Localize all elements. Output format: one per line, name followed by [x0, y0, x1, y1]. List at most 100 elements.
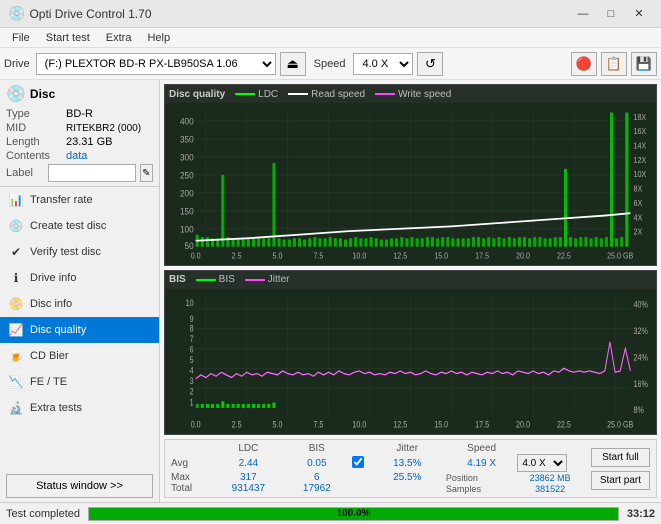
verify-test-disc-icon: ✔ — [8, 244, 24, 260]
sidebar-item-label: Disc quality — [30, 324, 86, 336]
eject-button[interactable]: ⏏ — [280, 52, 306, 76]
drive-dropdown[interactable]: (F:) PLEXTOR BD-R PX-LB950SA 1.06 — [36, 53, 276, 75]
svg-text:22.5: 22.5 — [557, 420, 571, 430]
speed-label: Speed — [314, 58, 346, 70]
disc-mid-row: MID RITEKBR2 (000) — [6, 122, 153, 134]
bis-header: BIS — [284, 443, 349, 454]
total-label: Total — [171, 483, 213, 494]
sidebar-item-transfer-rate[interactable]: 📊 Transfer rate — [0, 187, 159, 213]
menu-start-test[interactable]: Start test — [38, 28, 98, 48]
titlebar: 💿 Opti Drive Control 1.70 — □ ✕ — [0, 0, 661, 28]
svg-text:24%: 24% — [633, 352, 648, 362]
sidebar-item-create-test-disc[interactable]: 💿 Create test disc — [0, 213, 159, 239]
sidebar-item-label: Transfer rate — [30, 194, 93, 206]
maximize-button[interactable]: □ — [597, 3, 625, 25]
chart2-title: BIS — [169, 274, 186, 285]
jitter-legend-text: Jitter — [268, 274, 290, 285]
start-part-button[interactable]: Start part — [591, 471, 650, 490]
cd-bier-icon: 🍺 — [8, 348, 24, 364]
svg-text:10: 10 — [186, 298, 194, 308]
menu-file[interactable]: File — [4, 28, 38, 48]
disc-info-icon: 📀 — [8, 296, 24, 312]
sidebar-item-disc-info[interactable]: 📀 Disc info — [0, 291, 159, 317]
disc-header-label: Disc — [30, 87, 55, 101]
svg-text:12X: 12X — [633, 155, 646, 165]
nav-items: 📊 Transfer rate 💿 Create test disc ✔ Ver… — [0, 187, 159, 470]
svg-text:17.5: 17.5 — [475, 420, 489, 430]
disc-label-input[interactable] — [48, 164, 136, 182]
svg-text:16X: 16X — [633, 127, 646, 137]
samples-value: 381522 — [517, 483, 583, 494]
svg-text:150: 150 — [180, 206, 194, 217]
speed-dropdown[interactable]: 4.0 X 1.0 X 2.0 X 8.0 X — [353, 53, 413, 75]
svg-text:300: 300 — [180, 152, 194, 163]
avg-speed: 4.19 X — [446, 454, 517, 472]
jitter-legend-line — [245, 279, 265, 281]
disc-label-row: Label ✎ — [6, 164, 153, 182]
svg-text:10.0: 10.0 — [352, 251, 367, 261]
sidebar-item-drive-info[interactable]: ℹ Drive info — [0, 265, 159, 291]
sidebar-item-fe-te[interactable]: 📉 FE / TE — [0, 369, 159, 395]
svg-text:6: 6 — [190, 344, 194, 354]
menu-extra[interactable]: Extra — [98, 28, 140, 48]
refresh-button[interactable]: ↺ — [417, 52, 443, 76]
svg-text:15.0: 15.0 — [434, 420, 448, 430]
svg-text:15.0: 15.0 — [434, 251, 449, 261]
write-speed-legend-line — [375, 93, 395, 95]
start-full-button[interactable]: Start full — [591, 448, 650, 467]
chart2-legend-bis: BIS — [196, 274, 235, 285]
app-icon: 💿 — [8, 5, 25, 22]
bis-legend-line — [196, 279, 216, 281]
menubar: File Start test Extra Help — [0, 28, 661, 48]
avg-jitter: 13.5% — [369, 454, 446, 472]
jitter-checkbox[interactable] — [352, 456, 364, 468]
disc-label-label: Label — [6, 167, 44, 179]
progress-bar-container: 100.0% — [88, 507, 619, 521]
create-test-disc-icon: 💿 — [8, 218, 24, 234]
sidebar-item-verify-test-disc[interactable]: ✔ Verify test disc — [0, 239, 159, 265]
svg-text:10.0: 10.0 — [352, 420, 366, 430]
app-title: Opti Drive Control 1.70 — [29, 7, 569, 21]
speed-header: Speed — [446, 443, 517, 454]
chart1-area: 400 350 300 250 200 150 100 50 18X 16X 1… — [165, 103, 656, 265]
transfer-rate-icon: 📊 — [8, 192, 24, 208]
ldc-legend-text: LDC — [258, 89, 278, 100]
svg-text:200: 200 — [180, 188, 194, 199]
save-button[interactable]: 💾 — [631, 52, 657, 76]
sidebar-item-disc-quality[interactable]: 📈 Disc quality — [0, 317, 159, 343]
svg-text:2.5: 2.5 — [232, 420, 242, 430]
sidebar-item-label: Drive info — [30, 272, 76, 284]
speed-selector-stats[interactable]: 4.0 X — [517, 454, 567, 472]
svg-text:8X: 8X — [633, 184, 642, 194]
close-button[interactable]: ✕ — [625, 3, 653, 25]
read-speed-legend-line — [288, 93, 308, 95]
svg-text:5: 5 — [190, 355, 194, 365]
read-speed-legend-text: Read speed — [311, 89, 365, 100]
drive-label: Drive — [4, 58, 30, 70]
burn-button[interactable]: 🔴 — [571, 52, 597, 76]
sidebar-item-cd-bier[interactable]: 🍺 CD Bier — [0, 343, 159, 369]
svg-text:32%: 32% — [633, 326, 648, 336]
elapsed-time: 33:12 — [627, 508, 655, 520]
max-bis: 6 — [284, 472, 349, 483]
menu-help[interactable]: Help — [139, 28, 178, 48]
chart2-svg: 10 9 8 7 6 5 4 3 2 1 40% 32% 24% 16% 8% — [165, 289, 656, 434]
svg-text:400: 400 — [180, 116, 194, 127]
sidebar-item-extra-tests[interactable]: 🔬 Extra tests — [0, 395, 159, 421]
disc-type-value: BD-R — [66, 108, 93, 120]
position-label: Position — [446, 472, 517, 483]
chart2-legend-jitter: Jitter — [245, 274, 290, 285]
avg-ldc: 2.44 — [213, 454, 284, 472]
copy-button[interactable]: 📋 — [601, 52, 627, 76]
avg-bis: 0.05 — [284, 454, 349, 472]
minimize-button[interactable]: — — [569, 3, 597, 25]
disc-label-edit-button[interactable]: ✎ — [140, 164, 153, 182]
svg-text:8%: 8% — [633, 405, 644, 415]
disc-panel: 💿 Disc Type BD-R MID RITEKBR2 (000) Leng… — [0, 80, 159, 187]
svg-text:20.0: 20.0 — [516, 251, 531, 261]
status-window-button[interactable]: Status window >> — [6, 474, 153, 498]
chart1-svg: 400 350 300 250 200 150 100 50 18X 16X 1… — [165, 103, 656, 265]
chart1-title: Disc quality — [169, 89, 225, 100]
svg-text:25.0 GB: 25.0 GB — [607, 420, 634, 430]
disc-mid-value: RITEKBR2 (000) — [66, 123, 141, 134]
